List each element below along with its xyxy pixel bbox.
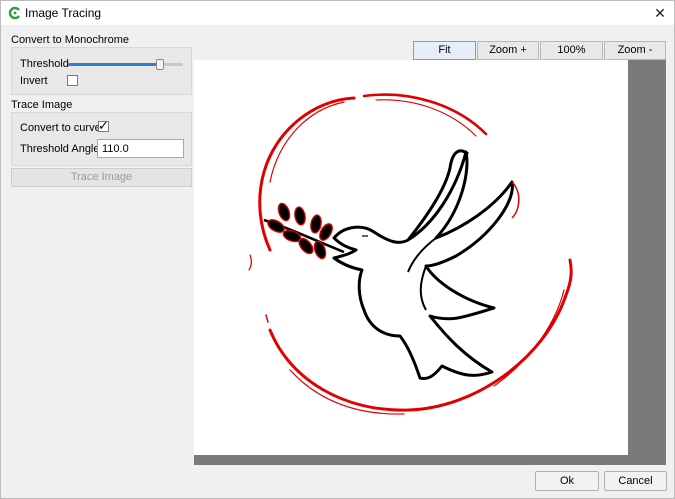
invert-label: Invert [20, 75, 48, 87]
zoom-100-button[interactable]: 100% [540, 41, 603, 60]
window-title: Image Tracing [25, 6, 102, 20]
image-tracing-dialog: Image Tracing ✕ Convert to Monochrome Th… [0, 0, 675, 499]
trace-section-label: Trace Image [11, 99, 73, 111]
checkmark-icon: ✓ [98, 118, 109, 133]
curves-checkbox[interactable]: ✓ [98, 118, 109, 133]
close-icon[interactable]: ✕ [651, 4, 669, 22]
monochrome-group [11, 47, 192, 95]
slider-thumb[interactable] [156, 59, 164, 70]
preview-canvas [194, 60, 628, 455]
trace-image-button[interactable]: Trace Image [11, 168, 192, 187]
ok-button[interactable]: Ok [535, 471, 599, 491]
curves-label: Convert to curves [20, 122, 107, 134]
slider-fill [68, 63, 160, 66]
threshold-angle-input[interactable] [97, 139, 184, 158]
olive-branch [263, 202, 345, 260]
cancel-button[interactable]: Cancel [604, 471, 667, 491]
preview-area[interactable] [194, 60, 666, 465]
dove [332, 149, 520, 380]
threshold-angle-label: Threshold Angle [20, 143, 100, 155]
threshold-label: Threshold [20, 58, 69, 70]
title-bar: Image Tracing ✕ [1, 1, 674, 25]
invert-checkbox[interactable] [67, 75, 78, 86]
app-icon [8, 6, 22, 20]
zoom-out-button[interactable]: Zoom - [604, 41, 666, 60]
monochrome-section-label: Convert to Monochrome [11, 34, 129, 46]
threshold-slider[interactable] [68, 59, 183, 70]
traced-dove-image [248, 93, 573, 415]
fit-button[interactable]: Fit [413, 41, 476, 60]
zoom-in-button[interactable]: Zoom + [477, 41, 539, 60]
